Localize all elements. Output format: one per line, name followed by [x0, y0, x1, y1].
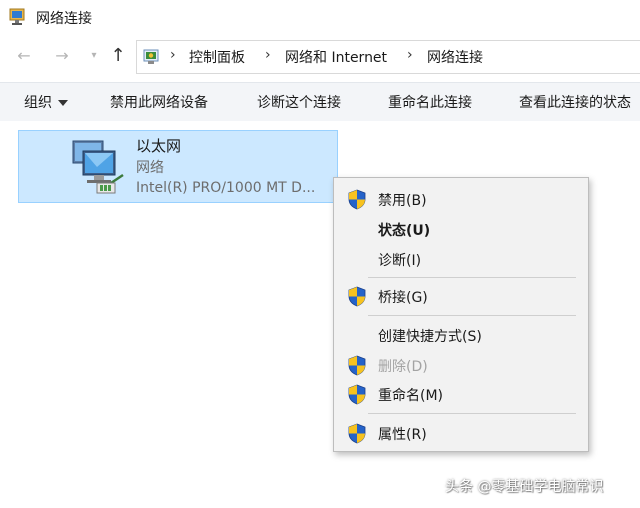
menu-item-label: 状态(U): [378, 223, 431, 239]
shield-icon: [348, 384, 366, 405]
organize-label: 组织: [24, 95, 52, 111]
title-bar: 网络连接: [0, 0, 640, 36]
command-bar: 组织 禁用此网络设备 诊断这个连接 重命名此连接 查看此连接的状态: [0, 82, 640, 122]
breadcrumb-separator-icon[interactable]: ›: [170, 47, 176, 63]
menu-item-label: 重命名(M): [378, 388, 444, 404]
breadcrumb-control-panel[interactable]: 控制面板: [189, 47, 245, 67]
menu-item-label: 创建快捷方式(S): [378, 329, 482, 345]
menu-item-label: 属性(R): [378, 427, 427, 443]
menu-item-properties[interactable]: 属性(R): [334, 420, 588, 446]
diagnose-connection-button[interactable]: 诊断这个连接: [257, 92, 341, 112]
connection-item-ethernet[interactable]: 以太网 网络 Intel(R) PRO/1000 MT D...: [18, 130, 338, 203]
ethernet-adapter-icon: [72, 140, 124, 194]
disable-device-button[interactable]: 禁用此网络设备: [110, 92, 208, 112]
back-arrow-icon[interactable]: ←: [14, 46, 34, 66]
menu-item-create-shortcut[interactable]: 创建快捷方式(S): [334, 322, 588, 348]
up-arrow-icon[interactable]: ↑: [108, 46, 128, 66]
connection-type: 网络: [136, 160, 164, 176]
view-status-button[interactable]: 查看此连接的状态: [519, 92, 631, 112]
network-connections-icon: [9, 8, 25, 25]
organize-button[interactable]: 组织: [24, 92, 68, 112]
address-bar[interactable]: › 控制面板 › 网络和 Internet › 网络连接: [136, 40, 640, 74]
menu-item-diagnose[interactable]: 诊断(I): [334, 246, 588, 272]
forward-arrow-icon[interactable]: →: [52, 46, 72, 66]
menu-item-label: 诊断(I): [378, 253, 422, 269]
breadcrumb-network-connections[interactable]: 网络连接: [427, 47, 483, 67]
shield-icon: [348, 423, 366, 444]
breadcrumb-separator-icon[interactable]: ›: [407, 47, 413, 63]
menu-item-label: 禁用(B): [378, 193, 427, 209]
shield-icon: [348, 189, 366, 210]
menu-separator: [368, 315, 576, 316]
breadcrumb-network-internet[interactable]: 网络和 Internet: [285, 47, 387, 67]
context-menu: 禁用(B) 状态(U) 诊断(I) 桥接(G) 创建快捷方式(S) 删除(D) …: [333, 177, 589, 452]
menu-item-rename[interactable]: 重命名(M): [334, 381, 588, 407]
shield-icon: [348, 355, 366, 376]
connection-device: Intel(R) PRO/1000 MT D...: [136, 180, 316, 196]
control-panel-icon: [143, 49, 159, 64]
rename-connection-button[interactable]: 重命名此连接: [388, 92, 472, 112]
window-title: 网络连接: [36, 11, 92, 27]
menu-item-label: 删除(D): [378, 359, 428, 375]
menu-separator: [368, 413, 576, 414]
navigation-bar: ← → ▾ ↑ › 控制面板 › 网络和 Internet › 网络连接: [0, 36, 640, 78]
chevron-down-icon: [58, 100, 68, 106]
menu-item-label: 桥接(G): [378, 290, 428, 306]
recent-locations-chevron-icon[interactable]: ▾: [84, 46, 104, 66]
menu-separator: [368, 277, 576, 278]
menu-item-delete: 删除(D): [334, 352, 588, 378]
connection-name: 以太网: [136, 137, 182, 155]
menu-item-bridge[interactable]: 桥接(G): [334, 283, 588, 309]
menu-item-disable[interactable]: 禁用(B): [334, 186, 588, 212]
breadcrumb-separator-icon[interactable]: ›: [265, 47, 271, 63]
shield-icon: [348, 286, 366, 307]
menu-item-status[interactable]: 状态(U): [334, 216, 588, 242]
watermark: 头条 @零基础学电脑常识: [445, 479, 604, 495]
